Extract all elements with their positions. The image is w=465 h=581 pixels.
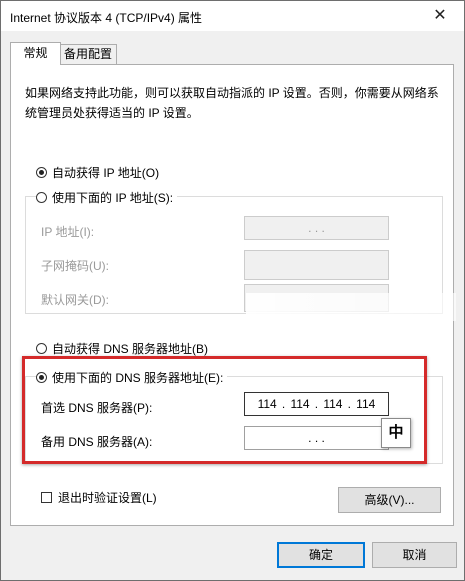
radio-selected-icon — [36, 167, 47, 178]
dialog-window: Internet 协议版本 4 (TCP/IPv4) 属性 ✕ 常规 备用配置 … — [0, 0, 465, 581]
radio-unselected-icon — [36, 343, 47, 354]
cancel-button[interactable]: 取消 — [372, 542, 457, 568]
default-gateway-label: 默认网关(D): — [41, 293, 109, 307]
radio-unselected-icon — [36, 192, 47, 203]
radio-manual-ip[interactable]: 使用下面的 IP 地址(S): — [36, 189, 178, 206]
ip-address-label: IP 地址(I): — [41, 225, 95, 239]
ime-indicator[interactable]: 中 — [381, 418, 411, 448]
window-title: Internet 协议版本 4 (TCP/IPv4) 属性 — [10, 11, 203, 25]
radio-auto-dns-label: 自动获得 DNS 服务器地址(B) — [52, 342, 209, 356]
ip-address-field[interactable]: . . . — [244, 216, 389, 240]
redaction-smudge — [246, 293, 456, 321]
checkbox-unchecked-icon — [41, 492, 52, 503]
radio-manual-ip-label: 使用下面的 IP 地址(S): — [52, 191, 174, 205]
radio-auto-dns[interactable]: 自动获得 DNS 服务器地址(B) — [36, 340, 208, 357]
radio-auto-ip[interactable]: 自动获得 IP 地址(O) — [36, 164, 159, 181]
validate-settings-label: 退出时验证设置(L) — [58, 491, 157, 505]
subnet-mask-field[interactable] — [244, 250, 389, 280]
title-bar[interactable]: Internet 协议版本 4 (TCP/IPv4) 属性 ✕ — [1, 1, 464, 31]
tab-general[interactable]: 常规 — [10, 42, 61, 65]
subnet-mask-label: 子网掩码(U): — [41, 259, 109, 273]
tab-alternate-config[interactable]: 备用配置 — [59, 44, 117, 64]
validate-settings-checkbox[interactable]: 退出时验证设置(L) — [41, 489, 157, 506]
ok-button[interactable]: 确定 — [277, 542, 365, 568]
close-icon[interactable]: ✕ — [418, 1, 462, 31]
advanced-button[interactable]: 高级(V)... — [338, 487, 441, 513]
description-text: 如果网络支持此功能，则可以获取自动指派的 IP 设置。否则，你需要从网络系统管理… — [25, 86, 439, 120]
dns-highlight-box — [22, 356, 427, 464]
radio-auto-ip-label: 自动获得 IP 地址(O) — [52, 166, 160, 180]
